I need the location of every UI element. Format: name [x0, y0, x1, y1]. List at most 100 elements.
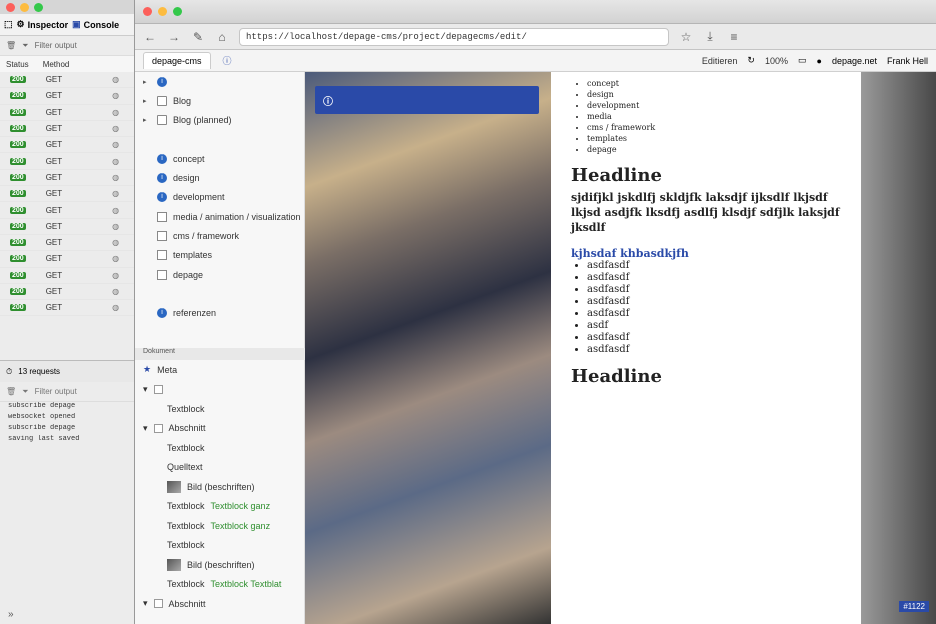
document-node[interactable]: ▾ Abschnitt	[135, 594, 305, 614]
column-method[interactable]: Method	[43, 60, 70, 69]
menu-item[interactable]: design	[587, 89, 841, 100]
document-node[interactable]: Textblock	[135, 399, 305, 419]
node-checkbox[interactable]	[153, 384, 163, 394]
minimize-window-button[interactable]	[158, 7, 167, 16]
tree-item[interactable]: i concept	[135, 149, 304, 168]
tree-item[interactable]: cms / framework	[135, 226, 304, 245]
tree-item[interactable]: i design	[135, 168, 304, 187]
console-toolbar: ⏱ 13 requests	[0, 360, 150, 382]
close-window-button[interactable]	[6, 2, 15, 12]
status-badge: 200	[10, 141, 26, 149]
document-node[interactable]: ▾	[135, 380, 305, 400]
tree-item[interactable]: ▸ Blog	[135, 91, 304, 110]
tree-item-label: cms / framework	[173, 231, 240, 242]
network-row[interactable]: 200 GET ◍	[0, 300, 149, 317]
layout-icon[interactable]: ▭	[798, 55, 807, 66]
tree-item[interactable]	[135, 284, 304, 303]
document-node[interactable]: Bild (beschriften)	[135, 477, 305, 497]
tab-depage-cms[interactable]: depage-cms	[143, 52, 211, 69]
document-node[interactable]: ▾ Abschnitt	[135, 419, 305, 439]
tree-item[interactable]: i development	[135, 188, 304, 207]
menu-item[interactable]: media	[587, 111, 841, 122]
network-row[interactable]: 200 GET ◍	[0, 153, 149, 170]
home-icon[interactable]: ⌂	[215, 30, 229, 44]
node-checkbox[interactable]	[153, 599, 163, 609]
menu-item[interactable]: depage	[587, 144, 841, 155]
menu-icon[interactable]: ≡	[727, 30, 741, 44]
console-expand-button[interactable]: »	[8, 609, 14, 620]
tree-item[interactable]: ▸ Blog (planned)	[135, 111, 304, 130]
tree-item[interactable]: i referenzen	[135, 304, 304, 323]
tree-item[interactable]: media / animation / visualization	[135, 207, 304, 226]
expand-arrow-icon[interactable]: ▸	[143, 78, 151, 86]
column-status[interactable]: Status	[6, 60, 29, 69]
tab-console[interactable]: ▣ Console	[72, 19, 119, 30]
network-row[interactable]: 200 GET ◍	[0, 284, 149, 301]
network-row[interactable]: 200 GET ◍	[0, 121, 149, 138]
tools-icon[interactable]: ✎	[191, 30, 205, 44]
tree-item[interactable]: templates	[135, 246, 304, 265]
console-log: subscribe depage websocket opened subscrib…	[0, 402, 150, 578]
document-node[interactable]: Textblock Textblock ganz	[135, 516, 305, 536]
log-entry	[0, 457, 150, 468]
network-filter-input[interactable]: Filter output	[35, 41, 77, 50]
zoom-window-button[interactable]	[34, 2, 43, 12]
console-filter-input[interactable]: Filter output	[35, 387, 77, 396]
menu-item[interactable]: templates	[587, 133, 841, 144]
collapse-arrow-icon[interactable]: ▾	[143, 423, 148, 434]
tree-item[interactable]	[135, 130, 304, 149]
menu-item[interactable]: cms / framework	[587, 122, 841, 133]
network-row[interactable]: 200 GET ◍	[0, 219, 149, 235]
tree-item[interactable]: depage	[135, 265, 304, 284]
tab-inspector[interactable]: ⚙ Inspector	[17, 19, 69, 30]
menu-item[interactable]: concept	[587, 78, 841, 89]
request-method: GET	[45, 238, 63, 248]
document-node[interactable]: Bild (beschriften)	[135, 555, 305, 575]
close-window-button[interactable]	[143, 7, 152, 16]
trash-icon[interactable]: 🗑	[6, 387, 16, 396]
network-row[interactable]: 200 GET ◍	[0, 251, 149, 268]
expand-arrow-icon[interactable]: ▸	[143, 97, 151, 105]
user-name[interactable]: Frank Hell	[887, 56, 928, 66]
element-picker-icon[interactable]: ⬚	[4, 19, 13, 30]
tree-item[interactable]: ▸ i	[135, 72, 304, 91]
network-row[interactable]: 200 GET ◍	[0, 235, 149, 252]
network-row[interactable]: 200 GET ◍	[0, 88, 149, 105]
document-node[interactable]: Quelltext	[135, 458, 305, 478]
network-row[interactable]: 200 GET ◍	[0, 202, 149, 219]
collapse-arrow-icon[interactable]: ▾	[143, 384, 148, 395]
network-row[interactable]: 200 GET ◍	[0, 268, 149, 284]
expand-arrow-icon[interactable]: ▸	[143, 116, 151, 124]
collapse-arrow-icon[interactable]: ▾	[143, 598, 148, 609]
forward-arrow-icon[interactable]: →	[167, 30, 181, 44]
download-icon[interactable]: ⤓	[703, 29, 717, 44]
network-row[interactable]: 200 GET ◍	[0, 72, 149, 89]
bookmark-icon[interactable]: ☆	[679, 30, 693, 44]
preview-edit-bar[interactable]: ⓘ	[315, 86, 539, 114]
document-node[interactable]: Textblock Textblock ganz	[135, 497, 305, 517]
menu-item[interactable]: development	[587, 100, 841, 111]
request-method: GET	[45, 172, 63, 182]
project-link[interactable]: depage.net	[832, 56, 877, 66]
reload-icon[interactable]: ↻	[747, 55, 755, 66]
filter-icon[interactable]: ⏷	[22, 387, 28, 397]
edit-button[interactable]: Editieren	[702, 56, 738, 66]
info-page-icon: i	[157, 153, 167, 164]
info-icon[interactable]: ⓘ	[223, 54, 232, 67]
network-row[interactable]: 200 GET ◍	[0, 105, 149, 121]
minimize-window-button[interactable]	[20, 2, 29, 12]
url-bar[interactable]: https://localhost/depage-cms/project/dep…	[239, 27, 669, 46]
network-row[interactable]: 200 GET ◍	[0, 170, 149, 187]
trash-icon[interactable]: 🗑	[6, 41, 16, 50]
back-arrow-icon[interactable]: ←	[143, 30, 157, 44]
document-node[interactable]: Textblock	[135, 536, 305, 556]
node-checkbox[interactable]	[153, 423, 163, 433]
network-row[interactable]: 200 GET ◍	[0, 137, 149, 154]
document-node[interactable]: Textblock Textblock Textblat	[135, 575, 305, 595]
network-row[interactable]: 200 GET ◍	[0, 186, 149, 203]
document-node[interactable]: Textblock	[135, 438, 305, 458]
filter-icon[interactable]: ⏷	[22, 41, 28, 51]
document-node[interactable]: ★ Meta	[135, 360, 305, 380]
zoom-level[interactable]: 100%	[765, 56, 788, 66]
zoom-window-button[interactable]	[173, 7, 182, 16]
